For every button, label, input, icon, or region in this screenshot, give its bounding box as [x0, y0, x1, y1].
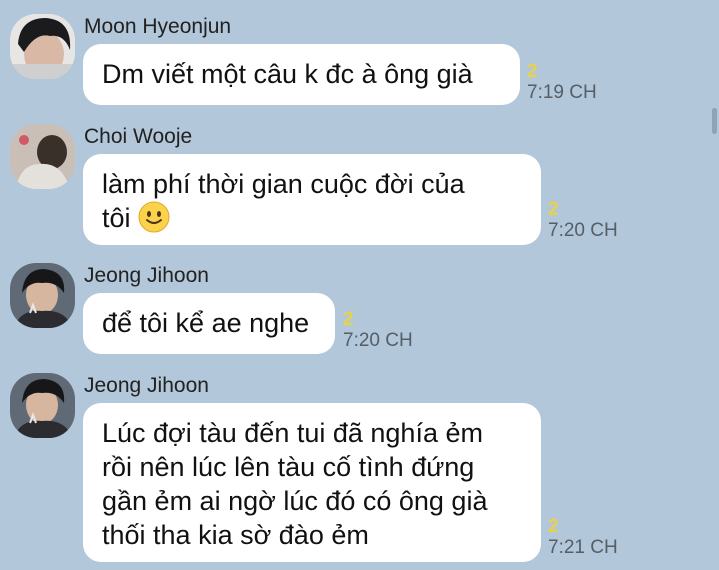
avatar[interactable] — [10, 263, 75, 328]
sender-name: Jeong Jihoon — [84, 264, 209, 287]
timestamp: 7:19 CH — [527, 82, 597, 103]
message-text-line: rồi nên lúc lên tàu cố tình đứng — [102, 452, 475, 482]
message-text: làm phí thời gian cuộc đời của — [102, 169, 465, 199]
unread-count: 2 — [548, 516, 559, 537]
unread-count: 2 — [343, 309, 354, 330]
message-text-line: gần ẻm ai ngờ lúc đó có ông già — [102, 486, 488, 516]
timestamp: 7:20 CH — [343, 330, 413, 351]
scrollbar[interactable] — [712, 108, 717, 134]
message-text: để tôi kể ae nghe — [102, 308, 310, 338]
message-meta: 2 7:21 CH — [548, 517, 618, 559]
timestamp: 7:21 CH — [548, 537, 618, 558]
unread-count: 2 — [548, 199, 559, 220]
message-text-line: thối tha kia sờ đào ẻm — [102, 520, 369, 550]
message-meta: 2 7:20 CH — [343, 310, 413, 352]
timestamp: 7:20 CH — [548, 220, 618, 241]
message-meta: 2 7:20 CH — [548, 200, 618, 242]
message-bubble[interactable]: làm phí thời gian cuộc đời của tôi — [83, 154, 541, 245]
sender-name: Moon Hyeonjun — [84, 15, 232, 38]
avatar[interactable] — [10, 14, 75, 79]
avatar[interactable] — [10, 124, 75, 189]
avatar[interactable] — [10, 373, 75, 438]
message-bubble[interactable]: Dm viết một câu k đc à ông già — [83, 44, 520, 105]
message-text-line: Lúc đợi tàu đến tui đã nghía ẻm — [102, 418, 483, 448]
message-meta: 2 7:19 CH — [527, 62, 597, 104]
unread-count: 2 — [527, 61, 538, 82]
sender-name: Jeong Jihoon — [84, 374, 209, 397]
sender-name: Choi Wooje — [84, 125, 193, 148]
message-bubble[interactable]: để tôi kể ae nghe — [83, 293, 335, 354]
message-text: tôi — [102, 203, 131, 233]
message-bubble[interactable]: Lúc đợi tàu đến tui đã nghía ẻm rồi nên … — [83, 403, 541, 562]
message-text-line: tôi — [102, 201, 521, 241]
slightly-smiling-face-icon — [138, 201, 170, 241]
message-text: Dm viết một câu k đc à ông già — [102, 59, 473, 89]
